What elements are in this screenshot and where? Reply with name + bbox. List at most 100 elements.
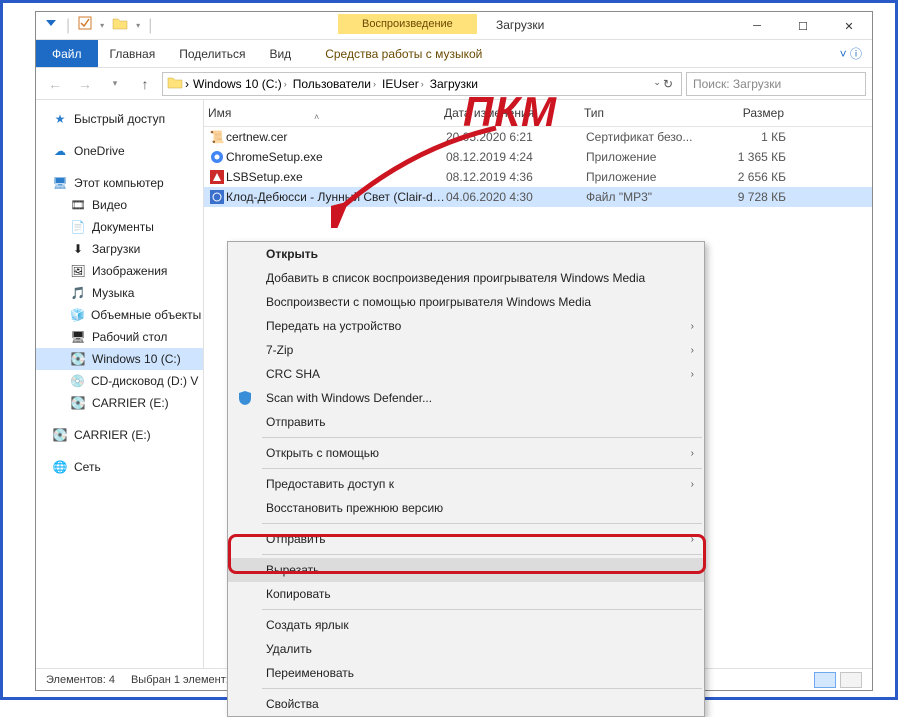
cert-icon: 📜 (208, 129, 226, 145)
dropdown-icon[interactable]: ⌄ (653, 77, 661, 91)
ctx-open-with[interactable]: Открыть с помощью› (228, 441, 704, 465)
pic-icon: 🖼 (70, 263, 86, 279)
caret-icon[interactable]: ▾ (100, 21, 104, 30)
sidebar-item-drive-e[interactable]: 💽CARRIER (E:) (36, 392, 203, 414)
chevron-right-icon: › (691, 448, 694, 459)
view-details-button[interactable] (814, 672, 836, 688)
sidebar-item-downloads[interactable]: ⬇Загрузки (36, 238, 203, 260)
ctx-7zip[interactable]: 7-Zip› (228, 338, 704, 362)
ctx-restore[interactable]: Восстановить прежнюю версию (228, 496, 704, 520)
sidebar-item-music[interactable]: 🎵Музыка (36, 282, 203, 304)
pc-icon: 🖥 (52, 175, 68, 191)
ctx-play-wmp[interactable]: Воспроизвести с помощью проигрывателя Wi… (228, 290, 704, 314)
sidebar-item-drive-c[interactable]: 💽Windows 10 (C:) (36, 348, 203, 370)
chevron-right-icon[interactable]: › (284, 79, 287, 89)
sidebar-item-network[interactable]: 🌐Сеть (36, 456, 203, 478)
sidebar-item-this-pc[interactable]: 🖥Этот компьютер (36, 172, 203, 194)
file-row[interactable]: 📜 certnew.cer 20.05.2020 6:21 Сертификат… (204, 127, 872, 147)
ctx-cast[interactable]: Передать на устройство› (228, 314, 704, 338)
ctx-defender[interactable]: Scan with Windows Defender... (228, 386, 704, 410)
shield-icon (236, 389, 254, 407)
col-name[interactable]: Имя˄ (204, 106, 444, 120)
file-row[interactable]: LSBSetup.exe 08.12.2019 4:36 Приложение … (204, 167, 872, 187)
crumb-part[interactable]: Пользователи (293, 77, 371, 91)
forward-button[interactable]: → (72, 71, 98, 97)
down-arrow-icon[interactable] (44, 16, 58, 35)
mp3-icon (208, 189, 226, 205)
chevron-right-icon: › (691, 479, 694, 490)
folder-icon (167, 75, 183, 92)
sidebar-item-onedrive[interactable]: ☁OneDrive (36, 140, 203, 162)
ctx-open[interactable]: Открыть (228, 242, 704, 266)
separator (262, 609, 702, 610)
search-input[interactable]: Поиск: Загрузки (686, 72, 866, 96)
tab-home[interactable]: Главная (98, 40, 168, 67)
history-dropdown[interactable]: ▾ (102, 71, 128, 97)
chevron-right-icon: › (691, 369, 694, 380)
crumb-part[interactable]: IEUser (382, 77, 419, 91)
status-selected: Выбран 1 элемент: (131, 674, 229, 686)
sidebar-item-quick-access[interactable]: ★Быстрый доступ (36, 108, 203, 130)
ribbon-help-icon[interactable]: ˅ ⓘ (830, 40, 872, 67)
file-row[interactable]: ChromeSetup.exe 08.12.2019 4:24 Приложен… (204, 147, 872, 167)
crumb-part[interactable]: Загрузки (430, 77, 478, 91)
checkbox-icon[interactable] (78, 16, 92, 35)
file-row[interactable]: Клод-Дебюсси - Лунный Свет (Clair-de... … (204, 187, 872, 207)
tab-file[interactable]: Файл (36, 40, 98, 67)
chevron-right-icon[interactable]: › (373, 79, 376, 89)
separator (262, 468, 702, 469)
sidebar-item-carrier[interactable]: 💽CARRIER (E:) (36, 424, 203, 446)
nav-pane: ★Быстрый доступ ☁OneDrive 🖥Этот компьюте… (36, 100, 204, 668)
disc-icon: 💿 (70, 373, 85, 389)
refresh-icon[interactable]: ↻ (663, 77, 673, 91)
ctx-send[interactable]: Отправить (228, 410, 704, 434)
sidebar-item-desktop[interactable]: 🖥Рабочий стол (36, 326, 203, 348)
chevron-right-icon: › (691, 321, 694, 332)
back-button[interactable]: ← (42, 71, 68, 97)
tab-view[interactable]: Вид (257, 40, 303, 67)
breadcrumb[interactable]: › Windows 10 (C:)› Пользователи› IEUser›… (162, 72, 682, 96)
ctx-rename[interactable]: Переименовать (228, 661, 704, 685)
music-icon: 🎵 (70, 285, 86, 301)
contextual-tab-label: Воспроизведение (338, 14, 477, 34)
caret-icon[interactable]: ▾ (136, 21, 140, 30)
ctx-shortcut[interactable]: Создать ярлык (228, 613, 704, 637)
sidebar-item-3d[interactable]: 🧊Объемные объекты (36, 304, 203, 326)
chevron-right-icon: › (691, 534, 694, 545)
exe-icon (208, 169, 226, 185)
chevron-right-icon[interactable]: › (185, 77, 189, 91)
sidebar-item-pictures[interactable]: 🖼Изображения (36, 260, 203, 282)
chevron-right-icon[interactable]: › (421, 79, 424, 89)
ctx-copy[interactable]: Копировать (228, 582, 704, 606)
sidebar-item-drive-d[interactable]: 💿CD-дисковод (D:) V (36, 370, 203, 392)
separator (262, 437, 702, 438)
tab-share[interactable]: Поделиться (167, 40, 257, 67)
sep-icon: | (66, 17, 70, 35)
titlebar: | ▾ ▾ | Воспроизведение Загрузки ─ ☐ ✕ (36, 12, 872, 40)
sidebar-item-videos[interactable]: 🎞Видео (36, 194, 203, 216)
ctx-delete[interactable]: Удалить (228, 637, 704, 661)
crumb-part[interactable]: Windows 10 (C:) (193, 77, 282, 91)
view-icons-button[interactable] (840, 672, 862, 688)
col-type[interactable]: Тип (584, 106, 714, 120)
ctx-cut[interactable]: Вырезать (228, 558, 704, 582)
tab-music-tools[interactable]: Средства работы с музыкой (313, 40, 494, 67)
col-size[interactable]: Размер (714, 106, 794, 120)
doc-icon: 📄 (70, 219, 86, 235)
cloud-icon: ☁ (52, 143, 68, 159)
drive-icon: 💽 (52, 427, 68, 443)
ctx-add-to-wmp[interactable]: Добавить в список воспроизведения проигр… (228, 266, 704, 290)
ctx-properties[interactable]: Свойства (228, 692, 704, 716)
minimize-button[interactable]: ─ (734, 12, 780, 40)
drive-icon: 💽 (70, 351, 86, 367)
download-icon: ⬇ (70, 241, 86, 257)
close-button[interactable]: ✕ (826, 12, 872, 40)
maximize-button[interactable]: ☐ (780, 12, 826, 40)
ctx-grant-access[interactable]: Предоставить доступ к› (228, 472, 704, 496)
ctx-send-to[interactable]: Отправить› (228, 527, 704, 551)
sidebar-item-documents[interactable]: 📄Документы (36, 216, 203, 238)
up-button[interactable]: ↑ (132, 71, 158, 97)
network-icon: 🌐 (52, 459, 68, 475)
col-date[interactable]: Дата изменения (444, 106, 584, 120)
ctx-crc[interactable]: CRC SHA› (228, 362, 704, 386)
